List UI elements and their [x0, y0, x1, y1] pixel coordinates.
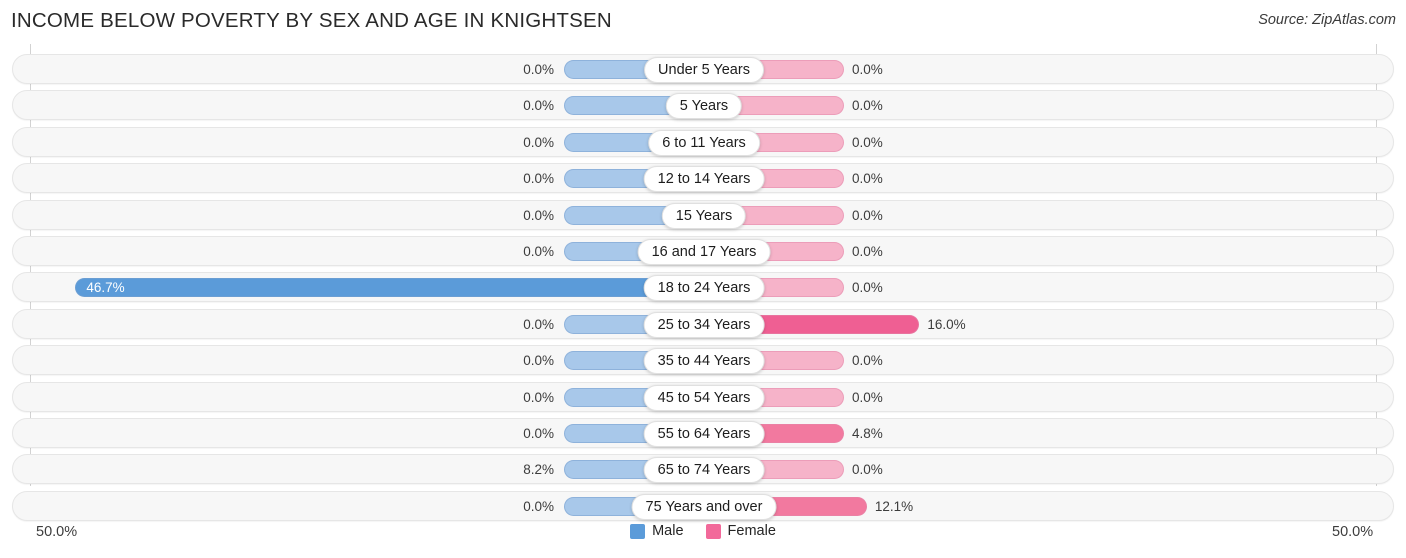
value-label-male: 0.0% [523, 389, 554, 405]
bar-male [75, 278, 704, 298]
value-label-male: 0.0% [523, 207, 554, 223]
category-label: 75 Years and over [631, 493, 777, 520]
category-label: 35 to 44 Years [643, 348, 765, 375]
legend-item-male[interactable]: Male [630, 523, 684, 539]
value-label-male: 0.0% [523, 316, 554, 332]
category-label: 6 to 11 Years [648, 129, 760, 156]
value-label-female: 0.0% [852, 134, 883, 150]
source-attribution: Source: ZipAtlas.com [1258, 12, 1396, 28]
legend-label: Male [652, 523, 684, 539]
value-label-male: 0.0% [523, 244, 554, 259]
legend-swatch-icon [705, 523, 721, 539]
category-label: 12 to 14 Years [643, 166, 765, 193]
value-label-female: 4.8% [852, 426, 883, 441]
value-label-male: 46.7% [86, 280, 125, 296]
value-label-male: 0.0% [523, 171, 554, 187]
value-label-female: 0.0% [852, 171, 883, 187]
chart-row: 0.0% 0.0% 6 to 11 Years [12, 126, 1394, 157]
bar-track: 0.0% 0.0% 16 and 17 Years [13, 237, 1393, 265]
bar-track: 0.0% 0.0% 45 to 54 Years [13, 383, 1393, 411]
value-label-female: 0.0% [852, 98, 883, 114]
category-label: 15 Years [661, 202, 747, 229]
legend-label: Female [727, 523, 776, 539]
bar-track: 0.0% 0.0% 12 to 14 Years [13, 164, 1393, 193]
value-label-male: 8.2% [523, 462, 554, 478]
chart-row: 0.0% 0.0% 45 to 54 Years [12, 381, 1394, 412]
value-label-female: 0.0% [852, 207, 883, 223]
chart-row: 46.7% 0.0% 18 to 24 Years [12, 272, 1394, 303]
legend-item-female[interactable]: Female [705, 523, 776, 539]
bar-track: 46.7% 0.0% 18 to 24 Years [13, 273, 1393, 302]
chart-row: 8.2% 0.0% 65 to 74 Years [12, 454, 1394, 485]
value-label-male: 0.0% [523, 98, 554, 114]
chart-row: 0.0% 0.0% 5 Years [12, 90, 1394, 121]
value-label-female: 0.0% [852, 62, 883, 77]
chart-plot-area: 0.0% 0.0% Under 5 Years 0.0% 0.0% 5 Years 0.0%… [0, 44, 1406, 521]
value-label-male: 0.0% [523, 134, 554, 150]
chart-footer: 50.0% 50.0% Male Female [0, 520, 1406, 558]
bar-track: 0.0% 0.0% 5 Years [13, 91, 1393, 120]
bar-track: 0.0% 0.0% Under 5 Years [13, 55, 1393, 83]
chart-header: INCOME BELOW POVERTY BY SEX AND AGE IN K… [0, 0, 1406, 44]
page-title: INCOME BELOW POVERTY BY SEX AND AGE IN K… [11, 9, 612, 32]
chart-row: 0.0% 0.0% 16 and 17 Years [12, 236, 1394, 266]
bar-track: 0.0% 16.0% 25 to 34 Years [13, 310, 1393, 338]
bar-track: 8.2% 0.0% 65 to 74 Years [13, 455, 1393, 484]
chart-row: 0.0% 16.0% 25 to 34 Years [12, 308, 1394, 339]
bar-track: 0.0% 0.0% 6 to 11 Years [13, 128, 1393, 156]
category-label: 25 to 34 Years [643, 311, 765, 338]
chart-row: 0.0% 0.0% Under 5 Years [12, 54, 1394, 84]
value-label-male: 0.0% [523, 426, 554, 441]
value-label-female: 0.0% [852, 389, 883, 405]
value-label-female: 12.1% [874, 498, 914, 514]
chart-page: INCOME BELOW POVERTY BY SEX AND AGE IN K… [0, 0, 1406, 558]
value-label-female: 16.0% [927, 316, 966, 332]
category-label: 55 to 64 Years [643, 421, 765, 447]
bar-track: 0.0% 12.1% 75 Years and over [13, 492, 1393, 520]
value-label-male: 0.0% [523, 62, 554, 77]
value-label-female: 0.0% [852, 280, 883, 296]
category-label: 45 to 54 Years [643, 384, 765, 411]
chart-legend: Male Female [0, 523, 1406, 539]
chart-row: 0.0% 0.0% 35 to 44 Years [12, 345, 1394, 376]
chart-row: 0.0% 0.0% 12 to 14 Years [12, 163, 1394, 194]
value-label-female: 0.0% [852, 244, 883, 259]
chart-row: 0.0% 0.0% 15 Years [12, 199, 1394, 230]
value-label-female: 0.0% [852, 353, 883, 369]
value-label-male: 0.0% [523, 498, 554, 514]
value-label-female: 0.0% [852, 462, 883, 478]
legend-swatch-icon [630, 523, 646, 539]
chart-row: 0.0% 12.1% 75 Years and over [12, 490, 1394, 521]
category-label: Under 5 Years [644, 57, 764, 83]
category-label: 18 to 24 Years [643, 275, 765, 302]
bar-track: 0.0% 4.8% 55 to 64 Years [13, 419, 1393, 447]
category-label: 16 and 17 Years [637, 239, 771, 265]
category-label: 65 to 74 Years [643, 457, 765, 484]
bar-track: 0.0% 0.0% 15 Years [13, 201, 1393, 229]
bar-track: 0.0% 0.0% 35 to 44 Years [13, 346, 1393, 375]
value-label-male: 0.0% [523, 353, 554, 369]
category-label: 5 Years [665, 93, 743, 120]
chart-row: 0.0% 4.8% 55 to 64 Years [12, 418, 1394, 448]
